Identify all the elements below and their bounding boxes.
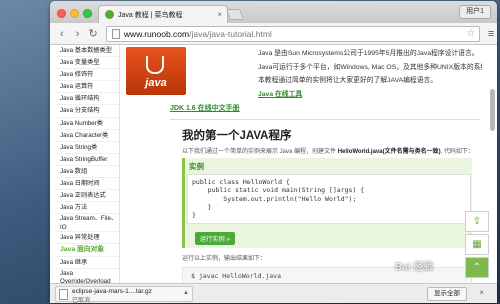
download-menu-caret-icon[interactable]: ▲ xyxy=(183,290,189,296)
sidebar-item[interactable]: Java 分支结构 xyxy=(55,105,119,118)
java-logo-text: java xyxy=(145,77,167,89)
run-example-button[interactable]: 运行实例 » xyxy=(195,232,235,245)
tab-close-icon[interactable]: × xyxy=(217,10,222,19)
close-window-button[interactable] xyxy=(57,9,66,18)
code-line: public static void main(String []args) { xyxy=(192,186,365,195)
zoom-window-button[interactable] xyxy=(83,9,92,18)
sidebar-item[interactable]: Java 异常处理 xyxy=(55,232,119,245)
page-scrollbar[interactable] xyxy=(490,49,495,281)
new-tab-button[interactable] xyxy=(225,9,245,20)
browser-toolbar: ‹ › ↻ www.runoob.com /java/java-tutorial… xyxy=(50,23,497,45)
address-bar[interactable]: www.runoob.com /java/java-tutorial.html … xyxy=(105,25,481,42)
scrollbar-thumb[interactable] xyxy=(490,89,495,131)
minimize-window-button[interactable] xyxy=(70,9,79,18)
sidebar-item[interactable]: Java Override/Overload xyxy=(55,269,119,283)
sidebar-item[interactable]: Java 数组 xyxy=(55,166,119,179)
java-online-tool-link[interactable]: Java 在线工具 xyxy=(258,91,302,98)
sidebar-section-heading: Java 面向对象 xyxy=(55,244,119,257)
run-output-text: 运行以上实例，输出结果如下： xyxy=(182,256,267,262)
url-host: www.runoob.com xyxy=(123,28,190,39)
back-to-top-icon[interactable]: ⌃ xyxy=(465,257,489,278)
floating-tools: ⇪ ▦ ⌃ xyxy=(465,211,489,280)
tab-strip: Java 教程 | 菜鸟教程 × 用户1 xyxy=(50,1,497,23)
bookmark-star-icon[interactable]: ☆ xyxy=(466,28,475,39)
code-line: public class HelloWorld { xyxy=(192,178,290,186)
sidebar-item[interactable]: Java String类 xyxy=(55,142,119,154)
java-logo: java xyxy=(126,47,186,95)
reload-icon[interactable]: ↻ xyxy=(86,27,100,41)
sidebar-item[interactable]: Java 运算符 xyxy=(55,81,119,94)
main-content: java Java 是由Sun Microsystems公司于1995年5月推出… xyxy=(126,45,482,283)
browser-menu-icon[interactable]: ≡ xyxy=(485,28,497,40)
download-status: 已取消 xyxy=(72,298,91,303)
sidebar-item[interactable]: Java 正则表达式 xyxy=(55,190,119,203)
sidebar-item[interactable]: Java 基本数据类型 xyxy=(55,45,119,58)
show-all-downloads-button[interactable]: 显示全部 xyxy=(427,287,467,301)
terminal-line: $ javac HelloWorld.java xyxy=(191,272,282,280)
intro-line: Java 是由Sun Microsystems公司于1995年5月推出的Java… xyxy=(258,50,479,57)
intro-text: Java 是由Sun Microsystems公司于1995年5月推出的Java… xyxy=(258,47,482,101)
user-profile-button[interactable]: 用户1 xyxy=(459,5,491,19)
section-description: 以下我们通过一个简单的实例来展示 Java 编程，创建文件 HelloWorld… xyxy=(182,149,474,155)
share-icon[interactable]: ⇪ xyxy=(465,211,489,232)
forward-icon[interactable]: › xyxy=(71,27,85,41)
download-file-name: eclipse-java-mars-1....tar.gz xyxy=(72,288,152,295)
back-icon[interactable]: ‹ xyxy=(55,27,69,41)
tab-title: Java 教程 | 菜鸟教程 xyxy=(118,11,183,19)
tab-java-tutorial[interactable]: Java 教程 | 菜鸟教程 × xyxy=(98,5,228,23)
runoob-favicon-icon xyxy=(105,10,114,19)
sidebar-item[interactable]: Java 变量类型 xyxy=(55,57,119,70)
jdk-manual-link[interactable]: JDK 1.6 在线中文手册 xyxy=(170,103,240,113)
url-path: /java/java-tutorial.html xyxy=(189,28,272,39)
page-icon xyxy=(111,28,120,39)
example-label: 实例 xyxy=(189,162,204,171)
sidebar-item[interactable]: Java Character类 xyxy=(55,130,119,142)
code-line: System.out.println("Hello World"); xyxy=(192,194,357,203)
example-box: 实例 public class HelloWorld { public stat… xyxy=(182,158,472,248)
download-item[interactable]: eclipse-java-mars-1....tar.gz 已取消 ▲ xyxy=(55,286,193,303)
sidebar-nav: Java 基本数据类型 Java 变量类型 Java 修饰符 Java 运算符 … xyxy=(55,45,120,283)
sidebar-item[interactable]: Java Number类 xyxy=(55,118,119,130)
file-icon xyxy=(59,289,68,300)
sidebar-item[interactable]: Java 继承 xyxy=(55,257,119,269)
code-line: } xyxy=(192,202,212,211)
intro-line: 本教程通过简单的实例将让大家更好的了解JAVA编程语言。 xyxy=(258,77,438,84)
close-download-bar-icon[interactable]: × xyxy=(479,288,484,297)
section-heading: 我的第一个JAVA程序 xyxy=(182,130,292,142)
sidebar-item[interactable]: Java 方法 xyxy=(55,202,119,215)
filename-bold: HelloWorld.java(文件名需与类名一致) xyxy=(337,149,441,155)
code-line: } xyxy=(192,211,196,220)
sidebar-item[interactable]: Java 修饰符 xyxy=(55,69,119,82)
qr-code-icon[interactable]: ▦ xyxy=(465,234,489,255)
download-bar: eclipse-java-mars-1....tar.gz 已取消 ▲ 显示全部… xyxy=(50,283,497,303)
code-block[interactable]: public class HelloWorld { public static … xyxy=(187,174,471,224)
intro-line: Java可运行于多个平台，如Windows, Mac OS，及其他多种UNIX版… xyxy=(258,63,482,71)
sidebar-item[interactable]: Java Stream、File、IO xyxy=(55,214,119,233)
divider xyxy=(170,119,480,120)
baidu-watermark: Bai 经验 xyxy=(395,262,434,273)
sidebar-item[interactable]: Java StringBuffer xyxy=(55,154,119,166)
sidebar-item[interactable]: Java 循环结构 xyxy=(55,93,119,106)
sidebar-item[interactable]: Java 日期时间 xyxy=(55,178,119,191)
coffee-cup-icon xyxy=(146,56,164,74)
